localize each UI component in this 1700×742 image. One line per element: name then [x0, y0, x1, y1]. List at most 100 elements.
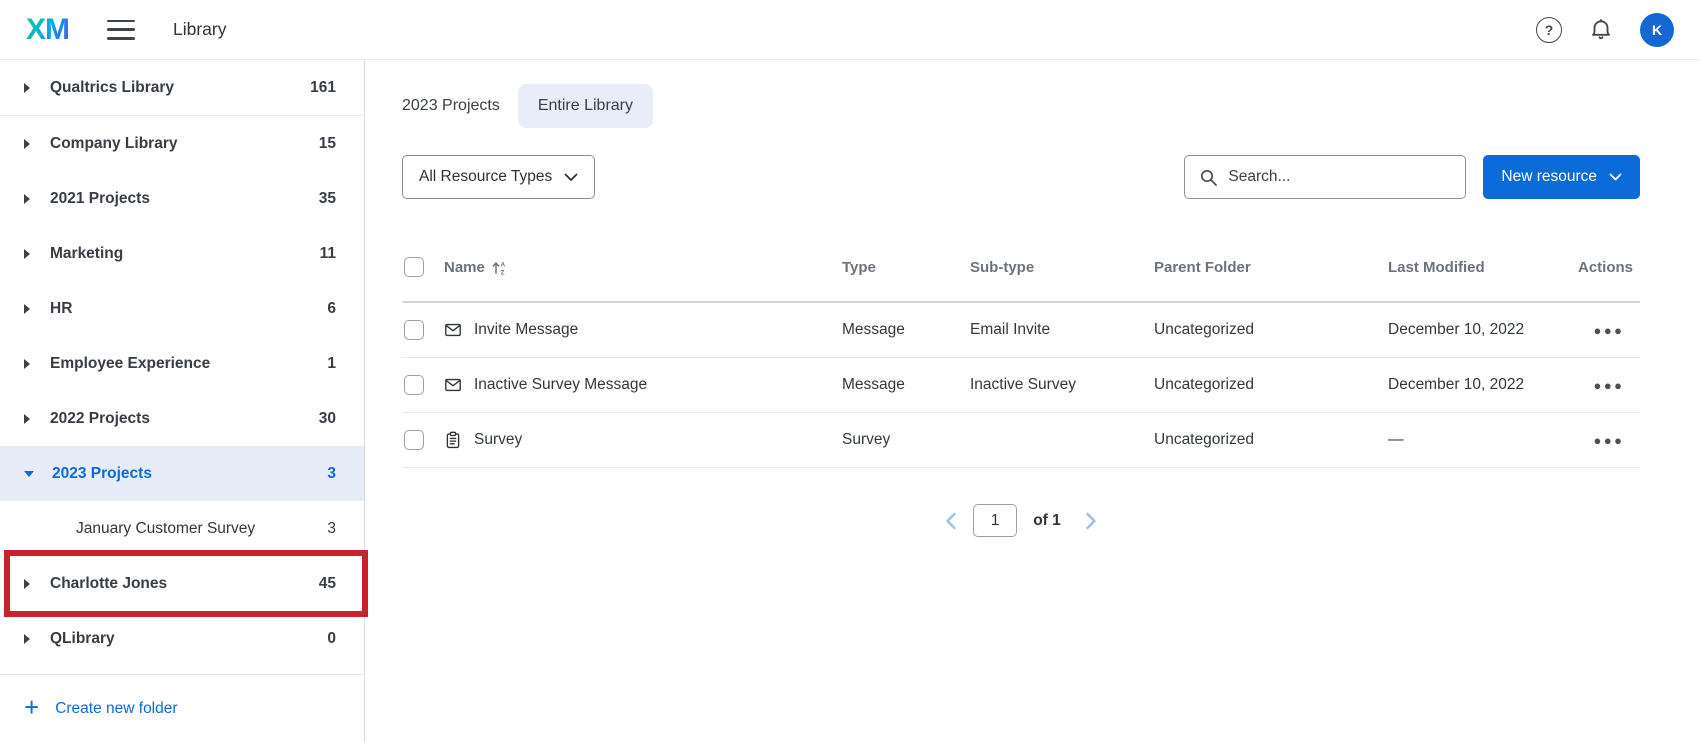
sidebar-item-charlotte-jones[interactable]: Charlotte Jones 45 — [0, 556, 364, 611]
sidebar-item-2021-projects[interactable]: 2021 Projects 35 — [0, 171, 364, 226]
caret-right-icon[interactable] — [24, 414, 30, 424]
folder-count: 3 — [327, 520, 336, 538]
sidebar-item-employee-experience[interactable]: Employee Experience 1 — [0, 336, 364, 391]
column-header-parent-folder[interactable]: Parent Folder — [1154, 259, 1388, 276]
folder-count: 3 — [327, 465, 336, 483]
folder-count: 0 — [327, 630, 336, 648]
row-actions-menu-icon[interactable]: ●●● — [1593, 433, 1624, 448]
folder-count: 30 — [319, 410, 336, 428]
folder-label: QLibrary — [50, 630, 115, 648]
resource-parent-folder: Uncategorized — [1154, 376, 1388, 394]
resource-parent-folder: Uncategorized — [1154, 431, 1388, 449]
clipboard-icon — [444, 431, 462, 449]
folder-label: Marketing — [50, 245, 123, 263]
resource-parent-folder: Uncategorized — [1154, 321, 1388, 339]
folder-sidebar: Qualtrics Library 161 Company Library 15… — [0, 60, 365, 742]
sort-az-icon[interactable]: A Z — [491, 259, 508, 276]
sidebar-item-2023-projects[interactable]: 2023 Projects 3 — [0, 446, 364, 501]
table-header-row: Name A Z Type Sub-type Parent Folder Las… — [402, 233, 1640, 303]
resource-subtype: Email Invite — [970, 321, 1154, 339]
caret-right-icon[interactable] — [24, 634, 30, 644]
resource-type: Message — [842, 321, 970, 339]
caret-right-icon[interactable] — [24, 359, 30, 369]
top-bar: XM Library ? K — [0, 0, 1700, 60]
previous-page-icon[interactable] — [945, 512, 957, 530]
sidebar-item-qualtrics-library[interactable]: Qualtrics Library 161 — [0, 60, 364, 115]
caret-down-icon[interactable] — [24, 471, 34, 477]
table-row[interactable]: Inactive Survey Message Message Inactive… — [402, 358, 1640, 413]
next-page-icon[interactable] — [1085, 512, 1097, 530]
row-actions-menu-icon[interactable]: ●●● — [1593, 378, 1624, 393]
folder-count: 161 — [310, 79, 336, 97]
user-avatar[interactable]: K — [1640, 13, 1674, 47]
row-checkbox[interactable] — [404, 430, 424, 450]
folder-count: 6 — [327, 300, 336, 318]
folder-count: 15 — [319, 135, 336, 153]
caret-right-icon[interactable] — [24, 83, 30, 93]
column-header-subtype[interactable]: Sub-type — [970, 259, 1154, 276]
library-tabs: 2023 Projects Entire Library — [402, 84, 1640, 128]
folder-label: Qualtrics Library — [50, 79, 174, 97]
column-header-last-modified[interactable]: Last Modified — [1388, 259, 1578, 276]
page-number-input[interactable] — [973, 504, 1017, 537]
sidebar-item-january-customer-survey[interactable]: January Customer Survey 3 — [0, 501, 364, 556]
folder-label: 2022 Projects — [50, 410, 150, 428]
new-resource-label: New resource — [1501, 168, 1597, 186]
folder-count: 1 — [327, 355, 336, 373]
caret-right-icon[interactable] — [24, 139, 30, 149]
table-row[interactable]: Invite Message Message Email Invite Unca… — [402, 303, 1640, 358]
resource-name[interactable]: Invite Message — [474, 321, 578, 339]
resource-last-modified: December 10, 2022 — [1388, 321, 1578, 339]
search-input[interactable] — [1228, 168, 1451, 186]
resource-name[interactable]: Survey — [474, 431, 522, 449]
caret-right-icon[interactable] — [24, 579, 30, 589]
sidebar-item-hr[interactable]: HR 6 — [0, 281, 364, 336]
row-actions-menu-icon[interactable]: ●●● — [1593, 323, 1624, 338]
folder-count: 35 — [319, 190, 336, 208]
topbar-actions: ? K — [1536, 13, 1674, 47]
caret-right-icon[interactable] — [24, 194, 30, 204]
chevron-down-icon — [1609, 173, 1622, 181]
page-total-label: of 1 — [1033, 512, 1061, 530]
sidebar-item-company-library[interactable]: Company Library 15 — [0, 116, 364, 171]
folder-count: 11 — [320, 245, 336, 263]
resource-last-modified: — — [1388, 431, 1578, 449]
sidebar-item-marketing[interactable]: Marketing 11 — [0, 226, 364, 281]
row-checkbox[interactable] — [404, 320, 424, 340]
help-icon[interactable]: ? — [1536, 17, 1562, 43]
folder-label: 2023 Projects — [52, 465, 152, 483]
folder-label: Company Library — [50, 135, 177, 153]
plus-icon: + — [24, 694, 39, 720]
table-row[interactable]: Survey Survey Uncategorized — ●●● — [402, 413, 1640, 468]
folder-label: HR — [50, 300, 72, 318]
search-box[interactable] — [1184, 155, 1466, 199]
new-resource-button[interactable]: New resource — [1483, 155, 1640, 199]
row-checkbox[interactable] — [404, 375, 424, 395]
resource-name[interactable]: Inactive Survey Message — [474, 376, 647, 394]
sidebar-item-2022-projects[interactable]: 2022 Projects 30 — [0, 391, 364, 446]
notifications-bell-icon[interactable] — [1588, 17, 1614, 43]
library-main: 2023 Projects Entire Library All Resourc… — [365, 60, 1700, 742]
svg-text:Z: Z — [500, 269, 504, 276]
resource-type-filter-dropdown[interactable]: All Resource Types — [402, 155, 595, 199]
tab-2023-projects[interactable]: 2023 Projects — [402, 84, 500, 128]
header-label: Name — [444, 259, 485, 276]
resource-last-modified: December 10, 2022 — [1388, 376, 1578, 394]
column-header-actions: Actions — [1578, 259, 1640, 276]
caret-right-icon[interactable] — [24, 304, 30, 314]
caret-right-icon[interactable] — [24, 249, 30, 259]
tab-entire-library[interactable]: Entire Library — [518, 84, 653, 128]
toolbar: All Resource Types New resource — [402, 155, 1640, 199]
column-header-type[interactable]: Type — [842, 259, 970, 276]
sidebar-item-qlibrary[interactable]: QLibrary 0 — [0, 611, 364, 666]
folder-label: January Customer Survey — [76, 520, 255, 538]
folder-label: 2021 Projects — [50, 190, 150, 208]
resources-table: Name A Z Type Sub-type Parent Folder Las… — [402, 233, 1640, 468]
pagination: of 1 — [402, 504, 1640, 537]
page-title: Library — [173, 19, 227, 40]
create-new-folder-button[interactable]: + Create new folder — [24, 697, 178, 720]
hamburger-menu-icon[interactable] — [107, 20, 135, 40]
select-all-checkbox[interactable] — [404, 257, 424, 277]
xm-logo: XM — [26, 13, 69, 47]
column-header-name[interactable]: Name A Z — [444, 259, 842, 276]
